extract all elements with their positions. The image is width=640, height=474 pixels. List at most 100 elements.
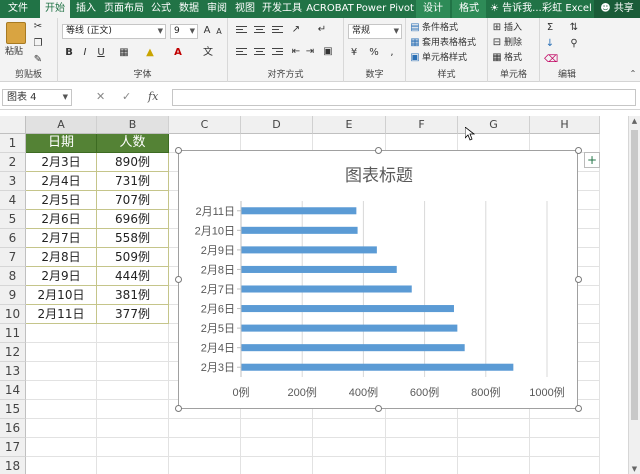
row-header-18[interactable]: 18 xyxy=(0,457,26,474)
bar[interactable] xyxy=(241,344,465,352)
row-header-4[interactable]: 4 xyxy=(0,191,26,210)
column-header-e[interactable]: E xyxy=(313,116,386,134)
format-painter-icon[interactable]: ✎ xyxy=(32,54,44,66)
bar[interactable] xyxy=(241,226,358,234)
bar[interactable] xyxy=(241,207,357,215)
cell-h17[interactable] xyxy=(530,438,600,457)
resize-handle-bottom-right[interactable] xyxy=(575,405,582,412)
row-header-16[interactable]: 16 xyxy=(0,419,26,438)
cell-f16[interactable] xyxy=(386,419,458,438)
tell-me-box[interactable]: ☀ 告诉我... xyxy=(490,0,542,18)
row-header-5[interactable]: 5 xyxy=(0,210,26,229)
bar[interactable] xyxy=(241,285,412,293)
cell-d16[interactable] xyxy=(241,419,313,438)
row-header-1[interactable]: 1 xyxy=(0,134,26,153)
cell-a4[interactable]: 2月5日 xyxy=(26,191,97,210)
fill-icon[interactable]: ↓ xyxy=(544,38,556,50)
cell-a17[interactable] xyxy=(26,438,97,457)
row-header-12[interactable]: 12 xyxy=(0,343,26,362)
percent-button[interactable]: % xyxy=(368,47,380,59)
row-header-3[interactable]: 3 xyxy=(0,172,26,191)
column-header-f[interactable]: F xyxy=(386,116,458,134)
align-bottom-icon[interactable] xyxy=(272,26,283,35)
underline-button[interactable]: U xyxy=(96,47,106,59)
wrap-text-icon[interactable]: ↵ xyxy=(316,24,328,36)
align-middle-icon[interactable] xyxy=(254,26,265,35)
share-button[interactable]: ☻ 共享 xyxy=(594,0,640,18)
cell-b6[interactable]: 558例 xyxy=(97,229,169,248)
cell-b16[interactable] xyxy=(97,419,169,438)
bar[interactable] xyxy=(241,246,377,254)
align-right-icon[interactable] xyxy=(272,48,283,57)
tab-page-layout[interactable]: 页面布局 xyxy=(102,0,146,18)
insert-cells-button[interactable]: 插入 xyxy=(504,22,522,34)
cell-g17[interactable] xyxy=(458,438,530,457)
enter-icon[interactable]: ✓ xyxy=(122,90,131,103)
row-header-13[interactable]: 13 xyxy=(0,362,26,381)
tab-view[interactable]: 视图 xyxy=(232,0,258,18)
cell-e18[interactable] xyxy=(313,457,386,474)
font-name-combo[interactable]: 等线 (正文) ▼ xyxy=(62,24,166,39)
number-format-combo[interactable]: 常规 ▼ xyxy=(348,24,402,39)
cell-g16[interactable] xyxy=(458,419,530,438)
cell-a2[interactable]: 2月3日 xyxy=(26,153,97,172)
row-header-9[interactable]: 9 xyxy=(0,286,26,305)
tab-chart-format[interactable]: 格式 xyxy=(452,0,486,18)
scroll-thumb[interactable] xyxy=(631,130,638,420)
comma-style-icon[interactable]: , xyxy=(386,47,398,59)
font-size-combo[interactable]: 9 ▼ xyxy=(170,24,198,39)
cell-b4[interactable]: 707例 xyxy=(97,191,169,210)
cell-b9[interactable]: 381例 xyxy=(97,286,169,305)
cell-h18[interactable] xyxy=(530,457,600,474)
cell-b14[interactable] xyxy=(97,381,169,400)
phonetic-icon[interactable]: 文 xyxy=(202,47,214,59)
cell-e17[interactable] xyxy=(313,438,386,457)
resize-handle-right[interactable] xyxy=(575,276,582,283)
scroll-up-icon[interactable]: ▲ xyxy=(629,116,640,126)
cell-b8[interactable]: 444例 xyxy=(97,267,169,286)
tab-acrobat[interactable]: ACROBAT xyxy=(306,0,354,18)
decrease-indent-icon[interactable]: ⇤ xyxy=(290,46,302,58)
row-header-15[interactable]: 15 xyxy=(0,400,26,419)
cell-f18[interactable] xyxy=(386,457,458,474)
chart-title[interactable]: 图表标题 xyxy=(345,166,413,185)
delete-cells-button[interactable]: 删除 xyxy=(504,37,522,49)
cell-styles-button[interactable]: 单元格样式 xyxy=(422,52,467,64)
align-center-icon[interactable] xyxy=(254,48,265,57)
cell-b11[interactable] xyxy=(97,324,169,343)
bar[interactable] xyxy=(241,324,458,332)
tab-home[interactable]: 开始 xyxy=(40,0,70,18)
row-header-10[interactable]: 10 xyxy=(0,305,26,324)
tab-developer[interactable]: 开发工具 xyxy=(260,0,304,18)
cell-a7[interactable]: 2月8日 xyxy=(26,248,97,267)
vertical-scrollbar[interactable]: ▲ ▼ xyxy=(628,116,640,474)
cell-a8[interactable]: 2月9日 xyxy=(26,267,97,286)
user-account[interactable]: 彩虹 Excel xyxy=(542,0,592,18)
cell-c17[interactable] xyxy=(169,438,241,457)
tab-formulas[interactable]: 公式 xyxy=(148,0,174,18)
cell-d18[interactable] xyxy=(241,457,313,474)
cell-a13[interactable] xyxy=(26,362,97,381)
align-left-icon[interactable] xyxy=(236,48,247,57)
row-header-2[interactable]: 2 xyxy=(0,153,26,172)
cell-b1[interactable]: 人数 xyxy=(97,134,169,153)
cell-a9[interactable]: 2月10日 xyxy=(26,286,97,305)
cell-b5[interactable]: 696例 xyxy=(97,210,169,229)
cell-b15[interactable] xyxy=(97,400,169,419)
resize-handle-top-right[interactable] xyxy=(575,147,582,154)
row-header-17[interactable]: 17 xyxy=(0,438,26,457)
currency-icon[interactable]: ¥ xyxy=(348,47,360,59)
insert-function-button[interactable]: fx xyxy=(148,90,158,103)
copy-icon[interactable]: ❐ xyxy=(32,38,44,50)
clear-icon[interactable]: ⌫ xyxy=(544,54,558,66)
paste-button[interactable]: 粘贴 xyxy=(5,46,23,58)
merge-cells-icon[interactable]: ▣ xyxy=(322,46,334,58)
cell-a18[interactable] xyxy=(26,457,97,474)
chart-object[interactable]: 图表标题 0例 200例 400例 600例 800例 1000例 2月3日 2月4日 2月5日… xyxy=(178,150,578,409)
select-all-corner[interactable] xyxy=(0,116,26,134)
fill-color-icon[interactable]: ▲ xyxy=(144,47,156,59)
tab-data[interactable]: 数据 xyxy=(176,0,202,18)
cell-b3[interactable]: 731例 xyxy=(97,172,169,191)
cell-f17[interactable] xyxy=(386,438,458,457)
collapse-ribbon-icon[interactable]: ⌃ xyxy=(628,68,638,80)
